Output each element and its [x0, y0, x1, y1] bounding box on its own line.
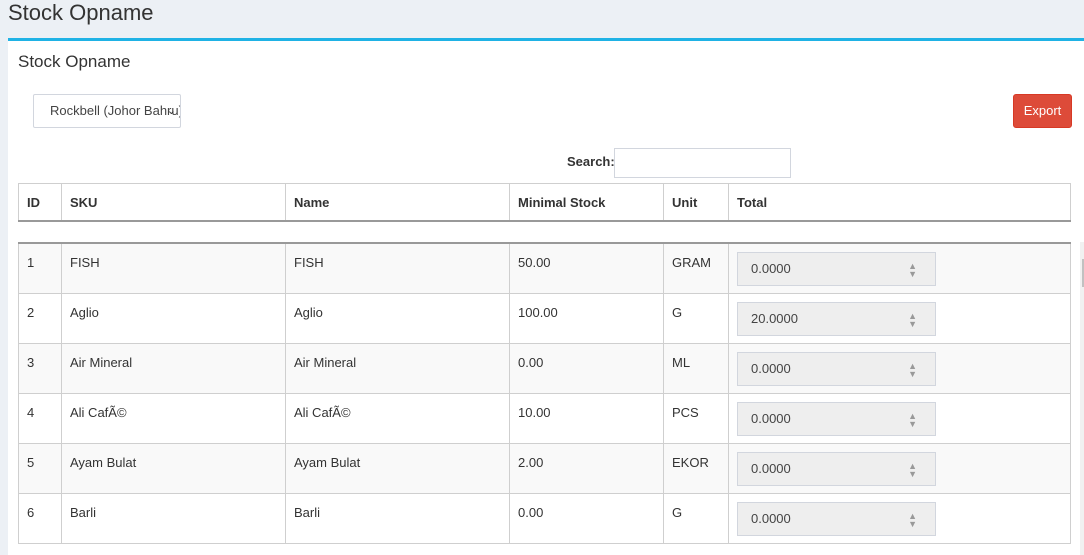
cell-name: Aglio	[285, 292, 510, 344]
table-body-scroll[interactable]: 1 FISH FISH 50.00 GRAM 0.0000 ▲ ▼ 2 Aglio Aglio 100…	[18, 242, 1084, 555]
total-value: 0.0000	[751, 410, 791, 426]
total-value: 0.0000	[751, 510, 791, 526]
store-select-value: Rockbell (Johor Bahru)	[50, 103, 181, 118]
cell-total: 0.0000 ▲ ▼	[728, 342, 1071, 394]
cell-name: Ali CafÃ©	[285, 392, 510, 444]
cell-minimal-stock: 50.00	[509, 242, 664, 294]
column-header-id[interactable]: ID	[18, 183, 62, 222]
cell-minimal-stock: 0.00	[509, 492, 664, 544]
column-header-unit[interactable]: Unit	[663, 183, 729, 222]
column-header-minimal-stock[interactable]: Minimal Stock	[509, 183, 664, 222]
cell-unit: G	[663, 492, 729, 544]
total-input[interactable]: 0.0000 ▲ ▼	[737, 252, 936, 286]
cell-name: Air Mineral	[285, 342, 510, 394]
stepper-icon[interactable]: ▲ ▼	[908, 253, 917, 279]
table-row: 3 Air Mineral Air Mineral 0.00 ML 0.0000 ▲ ▼	[18, 342, 1071, 394]
table-row: 5 Ayam Bulat Ayam Bulat 2.00 EKOR 0.0000 ▲ ▼	[18, 442, 1071, 494]
total-value: 0.0000	[751, 261, 791, 276]
cell-unit: EKOR	[663, 442, 729, 494]
cell-total: 0.0000 ▲ ▼	[728, 442, 1071, 494]
column-header-sku[interactable]: SKU	[61, 183, 286, 222]
total-value: 20.0000	[751, 310, 798, 326]
stepper-icon[interactable]: ▲ ▼	[908, 353, 917, 378]
search-input[interactable]	[614, 148, 791, 178]
stepper-icon[interactable]: ▲ ▼	[908, 503, 917, 528]
total-input[interactable]: 0.0000 ▲ ▼	[737, 451, 936, 486]
cell-total: 0.0000 ▲ ▼	[728, 392, 1071, 444]
cell-sku: Barli	[61, 492, 286, 544]
cell-unit: G	[663, 292, 729, 344]
stepper-icon[interactable]: ▲ ▼	[908, 453, 917, 478]
column-header-total[interactable]: Total	[728, 183, 1071, 222]
total-value: 0.0000	[751, 360, 791, 376]
cell-name: Barli	[285, 492, 510, 544]
total-input[interactable]: 0.0000 ▲ ▼	[737, 501, 936, 536]
cell-id: 5	[18, 442, 62, 494]
cell-sku: Aglio	[61, 292, 286, 344]
chevron-down-icon: ⌄	[166, 105, 176, 117]
table-row: 2 Aglio Aglio 100.00 G 20.0000 ▲ ▼	[18, 292, 1071, 344]
table-header: ID SKU Name Minimal Stock Unit Total	[18, 183, 1071, 222]
cell-sku: Ali CafÃ©	[61, 392, 286, 444]
table-row: 1 FISH FISH 50.00 GRAM 0.0000 ▲ ▼	[18, 242, 1071, 294]
cell-id: 4	[18, 392, 62, 444]
stepper-icon[interactable]: ▲ ▼	[908, 303, 917, 328]
vertical-scrollbar[interactable]: ⌃	[1080, 242, 1084, 555]
cell-unit: PCS	[663, 392, 729, 444]
cell-id: 6	[18, 492, 62, 544]
cell-unit: ML	[663, 342, 729, 394]
search-label: Search:	[567, 154, 615, 169]
total-input[interactable]: 20.0000 ▲ ▼	[737, 301, 936, 336]
store-select[interactable]: Rockbell (Johor Bahru) ⌄	[33, 94, 181, 128]
cell-total: 20.0000 ▲ ▼	[728, 292, 1071, 344]
total-value: 0.0000	[751, 460, 791, 476]
cell-name: FISH	[285, 242, 510, 294]
cell-total: 0.0000 ▲ ▼	[728, 492, 1071, 544]
table-body: 1 FISH FISH 50.00 GRAM 0.0000 ▲ ▼ 2 Aglio Aglio 100…	[18, 242, 1071, 544]
box-title: Stock Opname	[18, 52, 131, 71]
cell-unit: GRAM	[663, 242, 729, 294]
cell-minimal-stock: 0.00	[509, 342, 664, 394]
export-button[interactable]: Export	[1013, 94, 1072, 128]
table-row: 6 Barli Barli 0.00 G 0.0000 ▲ ▼	[18, 492, 1071, 544]
cell-name: Ayam Bulat	[285, 442, 510, 494]
cell-total: 0.0000 ▲ ▼	[728, 242, 1071, 294]
cell-sku: Ayam Bulat	[61, 442, 286, 494]
total-input[interactable]: 0.0000 ▲ ▼	[737, 401, 936, 436]
table-row: 4 Ali CafÃ© Ali CafÃ© 10.00 PCS 0.0000 ▲ ▼	[18, 392, 1071, 444]
cell-minimal-stock: 2.00	[509, 442, 664, 494]
stock-opname-box: Stock Opname Rockbell (Johor Bahru) ⌄ Ex…	[8, 38, 1084, 555]
page-title: Stock Opname	[8, 0, 154, 25]
cell-minimal-stock: 100.00	[509, 292, 664, 344]
cell-sku: Air Mineral	[61, 342, 286, 394]
cell-id: 2	[18, 292, 62, 344]
cell-sku: FISH	[61, 242, 286, 294]
stepper-icon[interactable]: ▲ ▼	[908, 403, 917, 428]
total-input[interactable]: 0.0000 ▲ ▼	[737, 351, 936, 386]
cell-id: 3	[18, 342, 62, 394]
column-header-name[interactable]: Name	[285, 183, 510, 222]
cell-id: 1	[18, 242, 62, 294]
cell-minimal-stock: 10.00	[509, 392, 664, 444]
